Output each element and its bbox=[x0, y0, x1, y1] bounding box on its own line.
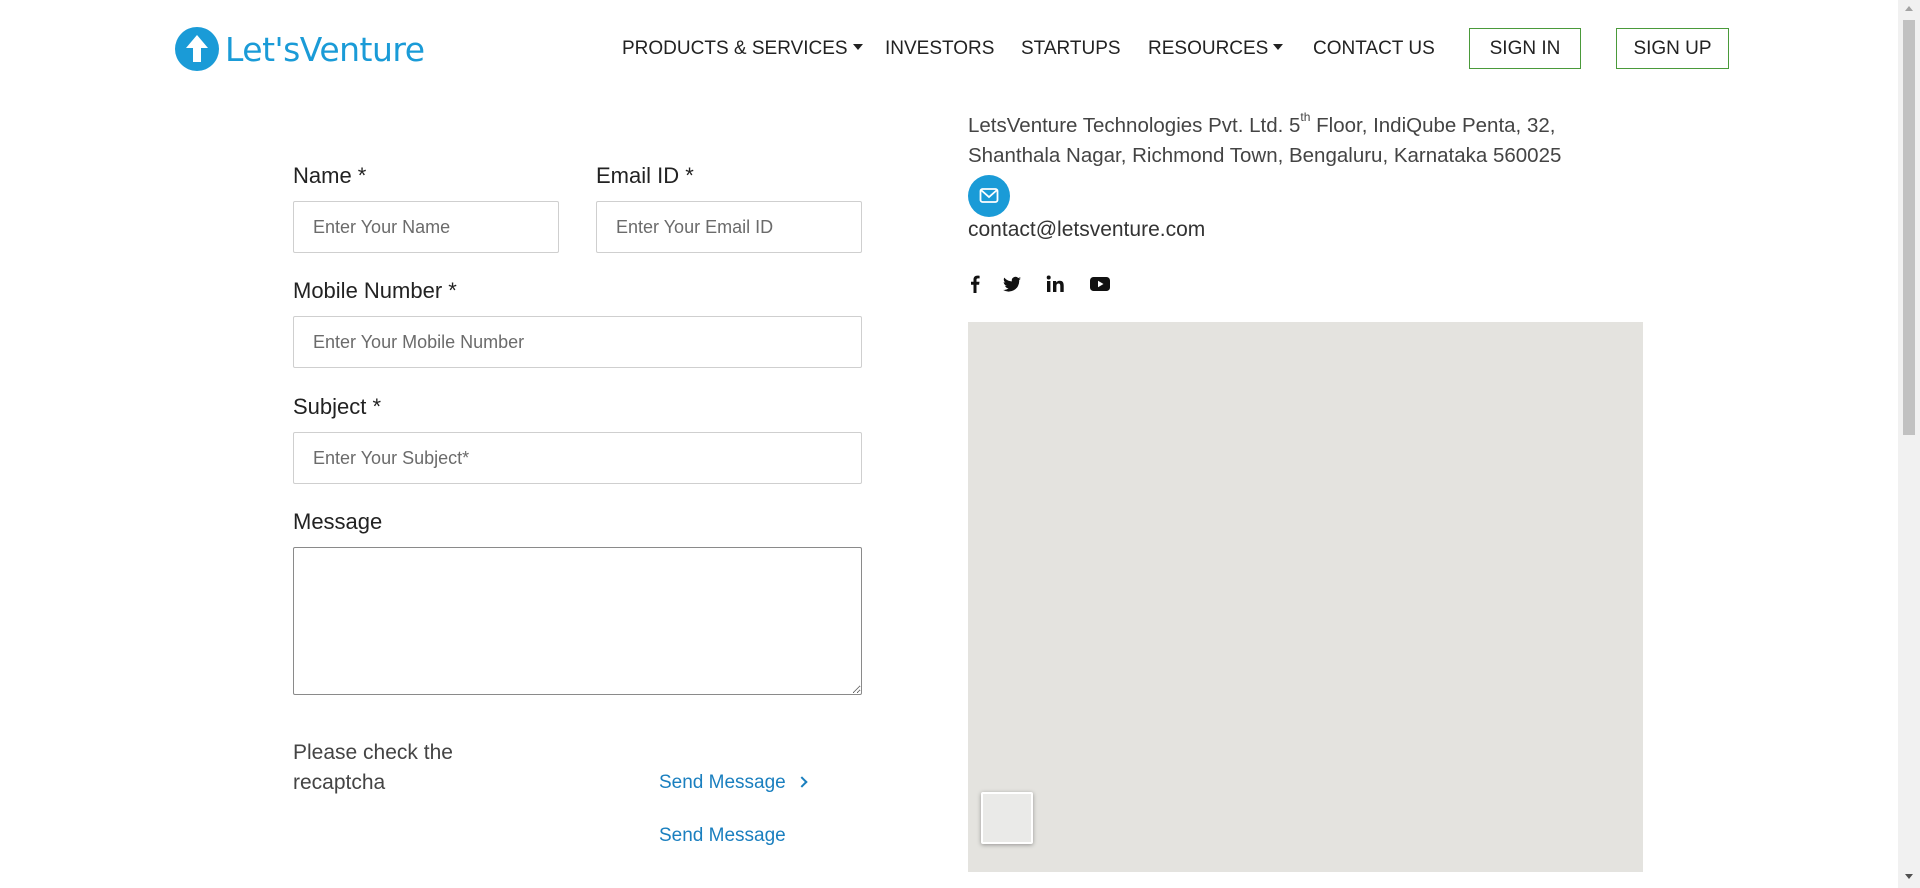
email-label: Email ID * bbox=[596, 163, 694, 188]
message-textarea[interactable] bbox=[293, 547, 862, 695]
name-input[interactable] bbox=[293, 201, 559, 253]
nav-startups[interactable]: STARTUPS bbox=[1021, 38, 1121, 60]
nav-products-services[interactable]: PRODUCTS & SERVICES bbox=[622, 38, 863, 60]
captcha-note: Please check the recaptcha bbox=[293, 741, 453, 794]
subject-label: Subject * bbox=[293, 394, 382, 419]
sign-up-button[interactable]: SIGN UP bbox=[1616, 28, 1729, 69]
nav-investors[interactable]: INVESTORS bbox=[885, 38, 994, 60]
linkedin-icon[interactable] bbox=[1043, 272, 1067, 296]
nav-products-services-label: PRODUCTS & SERVICES bbox=[622, 38, 848, 59]
email-input[interactable] bbox=[596, 201, 862, 253]
send-message-button[interactable]: Send Message bbox=[659, 825, 786, 847]
location-map[interactable] bbox=[968, 322, 1643, 872]
mobile-label: Mobile Number * bbox=[293, 278, 457, 303]
subject-input[interactable] bbox=[293, 432, 862, 484]
scroll-down-arrow-icon[interactable] bbox=[1905, 874, 1913, 879]
twitter-icon[interactable] bbox=[1000, 272, 1024, 296]
map-control-button[interactable] bbox=[981, 792, 1033, 844]
youtube-icon[interactable] bbox=[1088, 272, 1112, 296]
scroll-up-arrow-icon[interactable] bbox=[1905, 6, 1913, 11]
message-label: Message bbox=[293, 509, 383, 534]
site-header: Let'sVenture PRODUCTS & SERVICES INVESTO… bbox=[0, 0, 1898, 100]
contact-email[interactable]: contact@letsventure.com bbox=[968, 218, 1205, 242]
send-message-label: Send Message bbox=[659, 772, 786, 793]
nav-resources[interactable]: RESOURCES bbox=[1148, 38, 1284, 60]
mail-icon[interactable] bbox=[968, 175, 1010, 217]
logo-arrow-icon bbox=[175, 27, 219, 71]
company-address: LetsVenture Technologies Pvt. Ltd. 5th F… bbox=[968, 105, 1648, 171]
nav-resources-label: RESOURCES bbox=[1148, 38, 1269, 59]
logo[interactable]: Let'sVenture bbox=[175, 26, 425, 72]
address-superscript: th bbox=[1300, 110, 1311, 124]
send-message-link[interactable]: Send Message bbox=[659, 772, 808, 794]
name-label: Name * bbox=[293, 163, 367, 188]
sign-in-button[interactable]: SIGN IN bbox=[1469, 28, 1581, 69]
logo-text: Let'sVenture bbox=[225, 29, 425, 69]
mobile-input[interactable] bbox=[293, 316, 862, 368]
chevron-right-icon bbox=[796, 776, 808, 788]
scrollbar-thumb[interactable] bbox=[1903, 20, 1915, 435]
facebook-icon[interactable] bbox=[963, 272, 987, 296]
page-scrollbar[interactable] bbox=[1898, 0, 1920, 888]
chevron-down-icon bbox=[852, 43, 863, 50]
address-text-start: LetsVenture Technologies Pvt. Ltd. 5 bbox=[968, 113, 1301, 137]
chevron-down-icon bbox=[1273, 43, 1284, 50]
nav-contact-us[interactable]: CONTACT US bbox=[1313, 38, 1435, 60]
